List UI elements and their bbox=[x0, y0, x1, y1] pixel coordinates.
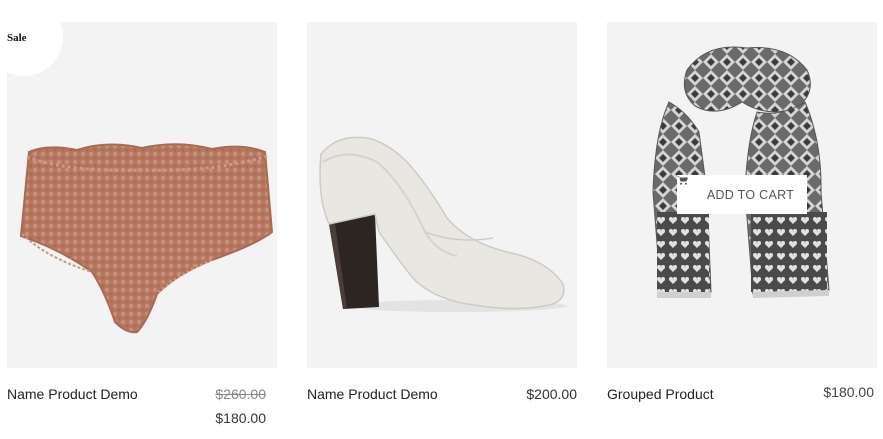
product-image[interactable]: ADD TO CART bbox=[607, 22, 877, 368]
product-name[interactable]: Name Product Demo bbox=[307, 386, 438, 402]
add-to-cart-label: ADD TO CART bbox=[706, 187, 795, 202]
product-price: $200.00 bbox=[526, 386, 577, 402]
sale-badge-label: Sale bbox=[7, 32, 27, 44]
product-name[interactable]: Name Product Demo bbox=[7, 386, 138, 402]
product-card[interactable]: Name Product Demo $200.00 bbox=[307, 22, 577, 402]
product-image[interactable]: Sale bbox=[7, 22, 277, 368]
product-image[interactable] bbox=[307, 22, 577, 368]
add-to-cart-button[interactable]: ADD TO CART bbox=[677, 175, 807, 214]
product-name[interactable]: Grouped Product bbox=[607, 386, 714, 402]
product-old-price: $260.00 bbox=[215, 386, 266, 402]
product-card[interactable]: Sale Name Product Demo $260.00 $180.00 bbox=[7, 22, 277, 426]
cart-icon bbox=[677, 176, 701, 200]
product-grid: Sale Name Product Demo $260.00 $180.00 N… bbox=[0, 0, 883, 439]
product-price: $180.00 bbox=[215, 410, 266, 426]
white-heel-shoe-image bbox=[319, 136, 567, 312]
product-card[interactable]: ADD TO CART Grouped Product $180.00 bbox=[607, 22, 877, 402]
product-price: $180.00 bbox=[823, 384, 874, 400]
lace-briefs-image bbox=[19, 143, 274, 334]
